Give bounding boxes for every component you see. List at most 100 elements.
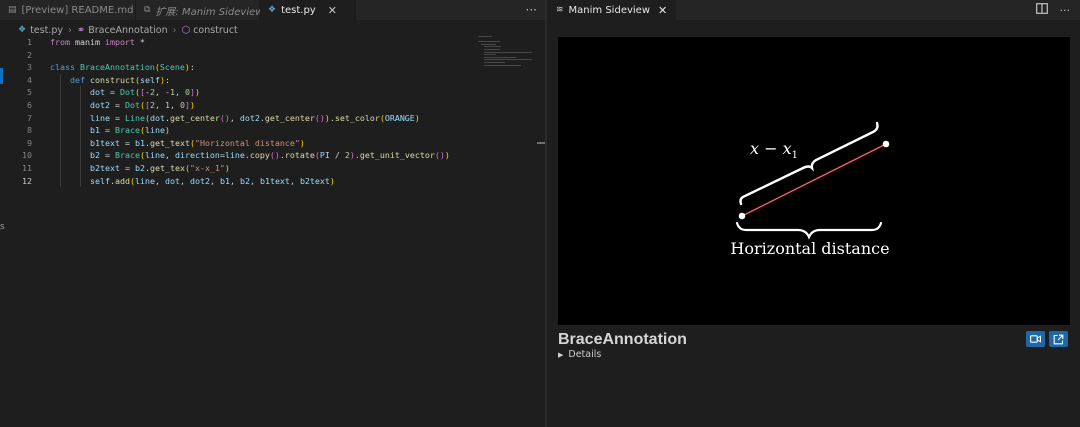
code-token: dot xyxy=(164,175,180,186)
code-token: , - xyxy=(155,87,170,98)
breadcrumb-class[interactable]: BraceAnnotation xyxy=(88,25,167,36)
code-token: ) xyxy=(414,112,420,123)
code-token: ) xyxy=(224,162,230,173)
code-token: = xyxy=(119,162,135,173)
code-line[interactable]: 6 dot2 = Dot([2, 1, 0]) xyxy=(0,99,480,112)
line-number: 7 xyxy=(27,112,32,123)
code-text: b1 = Brace(line) xyxy=(90,124,170,137)
editor-tab[interactable]: ▤ [Preview] README.md xyxy=(0,0,136,20)
code-text: b1text = b1.get_text("Horizontal distanc… xyxy=(90,137,305,150)
code-token: : xyxy=(189,62,195,73)
code-token: = xyxy=(109,112,125,123)
code-token: Scene xyxy=(159,62,185,73)
minimap-line xyxy=(484,59,532,61)
line-number: 4 xyxy=(27,74,32,85)
close-icon[interactable]: ✕ xyxy=(328,4,337,17)
split-editor-icon[interactable] xyxy=(1035,3,1048,17)
code-line[interactable]: 7 line = Line(dot.get_center(), dot2.get_… xyxy=(0,112,480,125)
method-symbol-icon: ⬡ xyxy=(181,24,191,36)
code-token: = xyxy=(119,137,135,148)
code-token: , xyxy=(179,175,190,186)
code-token: / xyxy=(329,150,345,161)
line-number: 9 xyxy=(27,137,32,148)
more-icon[interactable]: ··· xyxy=(1060,4,1071,17)
triangle-right-icon: ▶ xyxy=(558,350,564,359)
code-text: dot2 = Dot([2, 1, 0]) xyxy=(90,99,195,112)
edge-label: s xyxy=(0,222,5,232)
editor-tab[interactable]: ❖ test.py ✕ xyxy=(260,0,356,20)
code-token: , xyxy=(289,175,300,186)
code-line[interactable]: 1 from manim import * xyxy=(0,36,480,49)
minimap-line xyxy=(484,62,505,63)
code-line[interactable]: 12 self.add(line, dot, dot2, b1, b2, b1te… xyxy=(0,175,480,188)
line-number: 8 xyxy=(27,125,32,136)
scene-preview-video[interactable]: Horizontal distance x − x1 xyxy=(558,37,1070,325)
code-line[interactable]: 10 b2 = Brace(line, direction=line.copy()… xyxy=(0,149,480,162)
editor-tab-label: test.py xyxy=(281,4,316,16)
code-line[interactable]: 8 b1 = Brace(line) xyxy=(0,124,480,137)
editor-tab[interactable]: ⧉ 扩展: Manim Sideview xyxy=(136,0,263,20)
code-token: get_text xyxy=(149,137,190,148)
code-token: () xyxy=(219,112,230,123)
code-token: copy xyxy=(249,150,270,161)
code-line[interactable]: 11 b2text = b2.get_tex("x-x_1") xyxy=(0,162,480,175)
brace-label-top: x − x1 xyxy=(750,139,798,161)
brace-label-bottom: Horizontal distance xyxy=(730,239,889,258)
breadcrumb-file[interactable]: test.py xyxy=(30,25,63,36)
line-number: 11 xyxy=(22,162,32,173)
code-token: = xyxy=(100,125,115,136)
code-token: class xyxy=(50,62,75,73)
code-line[interactable]: 9 b1text = b1.get_text("Horizontal distan… xyxy=(0,137,480,150)
code-line[interactable]: 3 class BraceAnnotation(Scene): xyxy=(0,61,480,74)
more-actions-icon[interactable]: ··· xyxy=(526,0,545,20)
code-token: ) xyxy=(195,87,200,98)
dot-end xyxy=(882,140,890,148)
code-token: "Horizontal distance" xyxy=(194,137,300,148)
breadcrumb-method[interactable]: construct xyxy=(193,25,238,36)
code-text: dot = Dot([-2, -1, 0]) xyxy=(90,86,200,99)
close-icon[interactable]: ✕ xyxy=(658,4,667,17)
details-label: Details xyxy=(568,349,602,360)
record-video-button[interactable] xyxy=(1026,331,1045,347)
code-token: , xyxy=(209,175,220,186)
code-token: dot xyxy=(90,87,105,98)
code-token: construct xyxy=(90,74,135,85)
code-token: Dot xyxy=(120,87,135,98)
code-line[interactable]: 5 dot = Dot([-2, -1, 0]) xyxy=(0,86,480,99)
code-token: direction xyxy=(174,150,220,161)
code-token: manim xyxy=(69,37,105,47)
code-line[interactable]: 2 xyxy=(0,49,480,62)
code-token: ) xyxy=(329,175,335,186)
scrollbar-thumb[interactable] xyxy=(537,142,545,144)
code-text: b2text = b2.get_tex("x-x_1") xyxy=(90,162,230,175)
code-line[interactable]: 4 def construct(self): xyxy=(0,74,480,87)
code-token: : xyxy=(164,74,170,85)
details-toggle[interactable]: ▶ Details xyxy=(558,349,601,360)
tab-manim-sideview[interactable]: ≋ Manim Sideview ✕ xyxy=(547,0,677,20)
code-token: PI xyxy=(319,150,330,161)
open-external-button[interactable] xyxy=(1049,331,1068,347)
code-token: , xyxy=(229,112,240,123)
minimap-line xyxy=(478,41,500,43)
code-token: dot2 xyxy=(90,99,110,110)
code-token: = xyxy=(105,87,120,98)
python-file-icon: ❖ xyxy=(268,5,277,15)
code-text: class BraceAnnotation(Scene): xyxy=(50,61,195,74)
code-token: Line xyxy=(124,112,145,123)
code-token: self xyxy=(90,175,110,186)
scene-canvas: Horizontal distance x − x1 xyxy=(730,121,890,258)
chevron-right-icon: › xyxy=(172,24,177,36)
code-editor[interactable]: 1 from manim import * 2 3 class BraceAnnotat… xyxy=(0,36,480,188)
line-number: 6 xyxy=(27,99,32,110)
brace-b2 xyxy=(739,121,879,206)
code-token: ) xyxy=(189,99,195,110)
minimap-line xyxy=(484,49,500,50)
code-token: () xyxy=(314,112,325,123)
line-number: 10 xyxy=(22,150,32,161)
minimap[interactable] xyxy=(478,36,532,76)
editor-tab-label: [Preview] README.md xyxy=(21,4,134,16)
minimap-line xyxy=(481,43,496,45)
code-token: , xyxy=(169,99,180,110)
code-token: dot2 xyxy=(189,175,210,186)
code-token: , xyxy=(175,87,185,98)
